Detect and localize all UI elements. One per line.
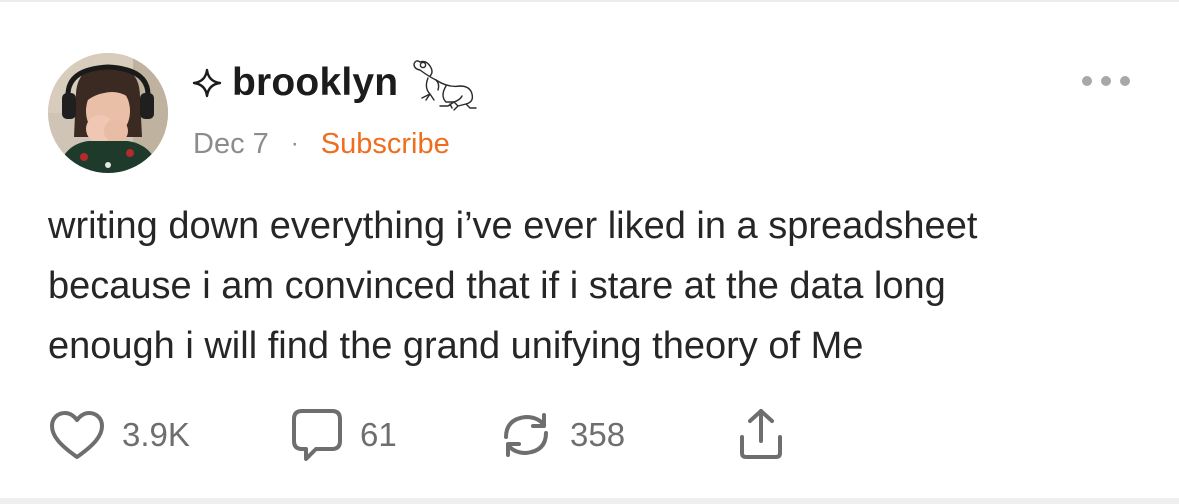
comment-count: 61 <box>360 416 397 453</box>
meta-separator: · <box>290 130 299 157</box>
post-body-line: because i am convinced that if i stare a… <box>48 265 946 307</box>
bottom-divider <box>0 498 1179 504</box>
post-date[interactable]: Dec 7 <box>193 128 269 161</box>
more-dots-icon <box>1101 76 1111 86</box>
post-meta: Dec 7 · Subscribe <box>193 126 450 162</box>
heart-icon <box>48 409 106 461</box>
restack-count: 358 <box>570 416 626 453</box>
subscribe-link[interactable]: Subscribe <box>321 128 450 161</box>
more-options-button[interactable] <box>1082 70 1130 92</box>
more-dots-icon <box>1120 76 1130 86</box>
comment-button[interactable]: 61 <box>290 405 397 465</box>
sparkle-icon <box>192 68 222 98</box>
like-count: 3.9K <box>122 416 190 453</box>
avatar[interactable] <box>48 53 168 173</box>
post-body: writing down everything i’ve ever liked … <box>48 196 1148 376</box>
restack-button[interactable]: 358 <box>498 405 625 465</box>
frog-icon <box>410 56 480 114</box>
more-dots-icon <box>1082 76 1092 86</box>
top-divider <box>0 0 1179 2</box>
comment-bubble-icon <box>290 407 344 463</box>
like-button[interactable]: 3.9K <box>48 405 190 465</box>
post-body-line: enough i will find the grand unifying th… <box>48 325 864 367</box>
share-button[interactable] <box>734 405 788 465</box>
author-name[interactable]: brooklyn <box>232 61 398 105</box>
author-header: brooklyn <box>192 58 480 111</box>
post-body-line: writing down everything i’ve ever liked … <box>48 205 978 247</box>
share-upload-icon <box>734 407 788 463</box>
restack-arrows-icon <box>498 407 554 463</box>
